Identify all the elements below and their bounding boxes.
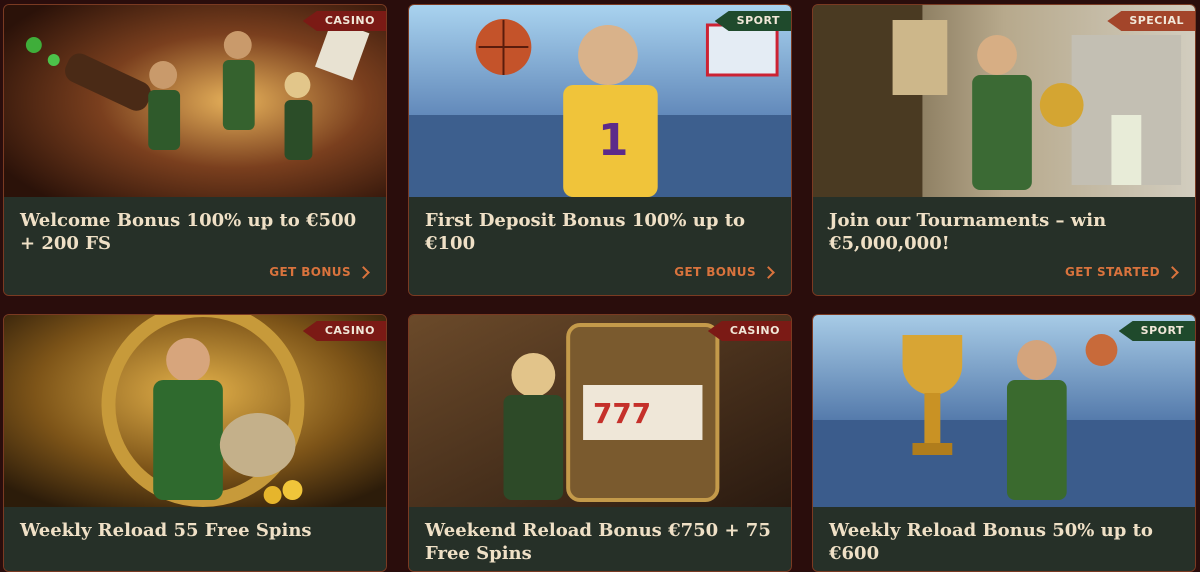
promotions-grid: CASINO Welcome Bonus 100% up to €500 + 2… — [0, 0, 1200, 572]
category-tag-sport: SPORT — [714, 11, 791, 31]
category-tag-sport: SPORT — [1118, 321, 1195, 341]
promo-image-slot-machine: 777 — [409, 315, 791, 507]
chevron-right-icon — [357, 265, 370, 279]
cta-label: GET BONUS — [269, 265, 351, 279]
promo-title: Weekly Reload 55 Free Spins — [20, 520, 312, 541]
category-tag-casino: CASINO — [302, 321, 386, 341]
svg-text:777: 777 — [593, 397, 651, 430]
promo-content: First Deposit Bonus 100% up to €100 GET … — [409, 197, 791, 295]
category-tag-casino: CASINO — [302, 11, 386, 31]
promo-title: Join our Tournaments – win €5,000,000! — [829, 210, 1107, 254]
cta-label: GET BONUS — [674, 265, 756, 279]
promo-content: Welcome Bonus 100% up to €500 + 200 FS G… — [4, 197, 386, 295]
promo-content: Weekly Reload Bonus 50% up to €600 — [813, 507, 1195, 571]
promo-card-weekend-reload[interactable]: 777 CASINO Weekend Reload Bonus €750 + 7… — [408, 314, 792, 572]
promo-image-vault-hero — [4, 315, 386, 507]
promo-title: Weekend Reload Bonus €750 + 75 Free Spin… — [425, 520, 771, 564]
promo-content: Weekly Reload 55 Free Spins — [4, 507, 386, 571]
promo-image-basketball-player: 1 — [409, 5, 791, 197]
promo-content: Weekend Reload Bonus €750 + 75 Free Spin… — [409, 507, 791, 571]
chevron-right-icon — [762, 265, 775, 279]
promo-card-first-deposit[interactable]: 1 SPORT First Deposit Bonus 100% up to €… — [408, 4, 792, 296]
promo-image-trophy-stadium — [813, 315, 1195, 507]
chevron-right-icon — [1166, 265, 1179, 279]
category-tag-casino: CASINO — [707, 321, 791, 341]
svg-text:1: 1 — [598, 115, 628, 166]
promo-card-tournaments[interactable]: SPECIAL Join our Tournaments – win €5,00… — [812, 4, 1196, 296]
cta-label: GET STARTED — [1064, 265, 1160, 279]
category-tag-special: SPECIAL — [1107, 11, 1195, 31]
get-bonus-link[interactable]: GET BONUS — [674, 265, 775, 279]
promo-title: First Deposit Bonus 100% up to €100 — [425, 210, 746, 254]
promo-title: Welcome Bonus 100% up to €500 + 200 FS — [20, 210, 357, 254]
promo-image-heroes-cannon — [4, 5, 386, 197]
promo-card-weekly-reload-spins[interactable]: CASINO Weekly Reload 55 Free Spins — [3, 314, 387, 572]
promo-image-archer-castle — [813, 5, 1195, 197]
promo-card-weekly-reload-sport[interactable]: SPORT Weekly Reload Bonus 50% up to €600 — [812, 314, 1196, 572]
get-bonus-link[interactable]: GET BONUS — [269, 265, 370, 279]
get-started-link[interactable]: GET STARTED — [1064, 265, 1179, 279]
promo-card-welcome-bonus[interactable]: CASINO Welcome Bonus 100% up to €500 + 2… — [3, 4, 387, 296]
promo-content: Join our Tournaments – win €5,000,000! G… — [813, 197, 1195, 295]
promo-title: Weekly Reload Bonus 50% up to €600 — [829, 520, 1153, 564]
